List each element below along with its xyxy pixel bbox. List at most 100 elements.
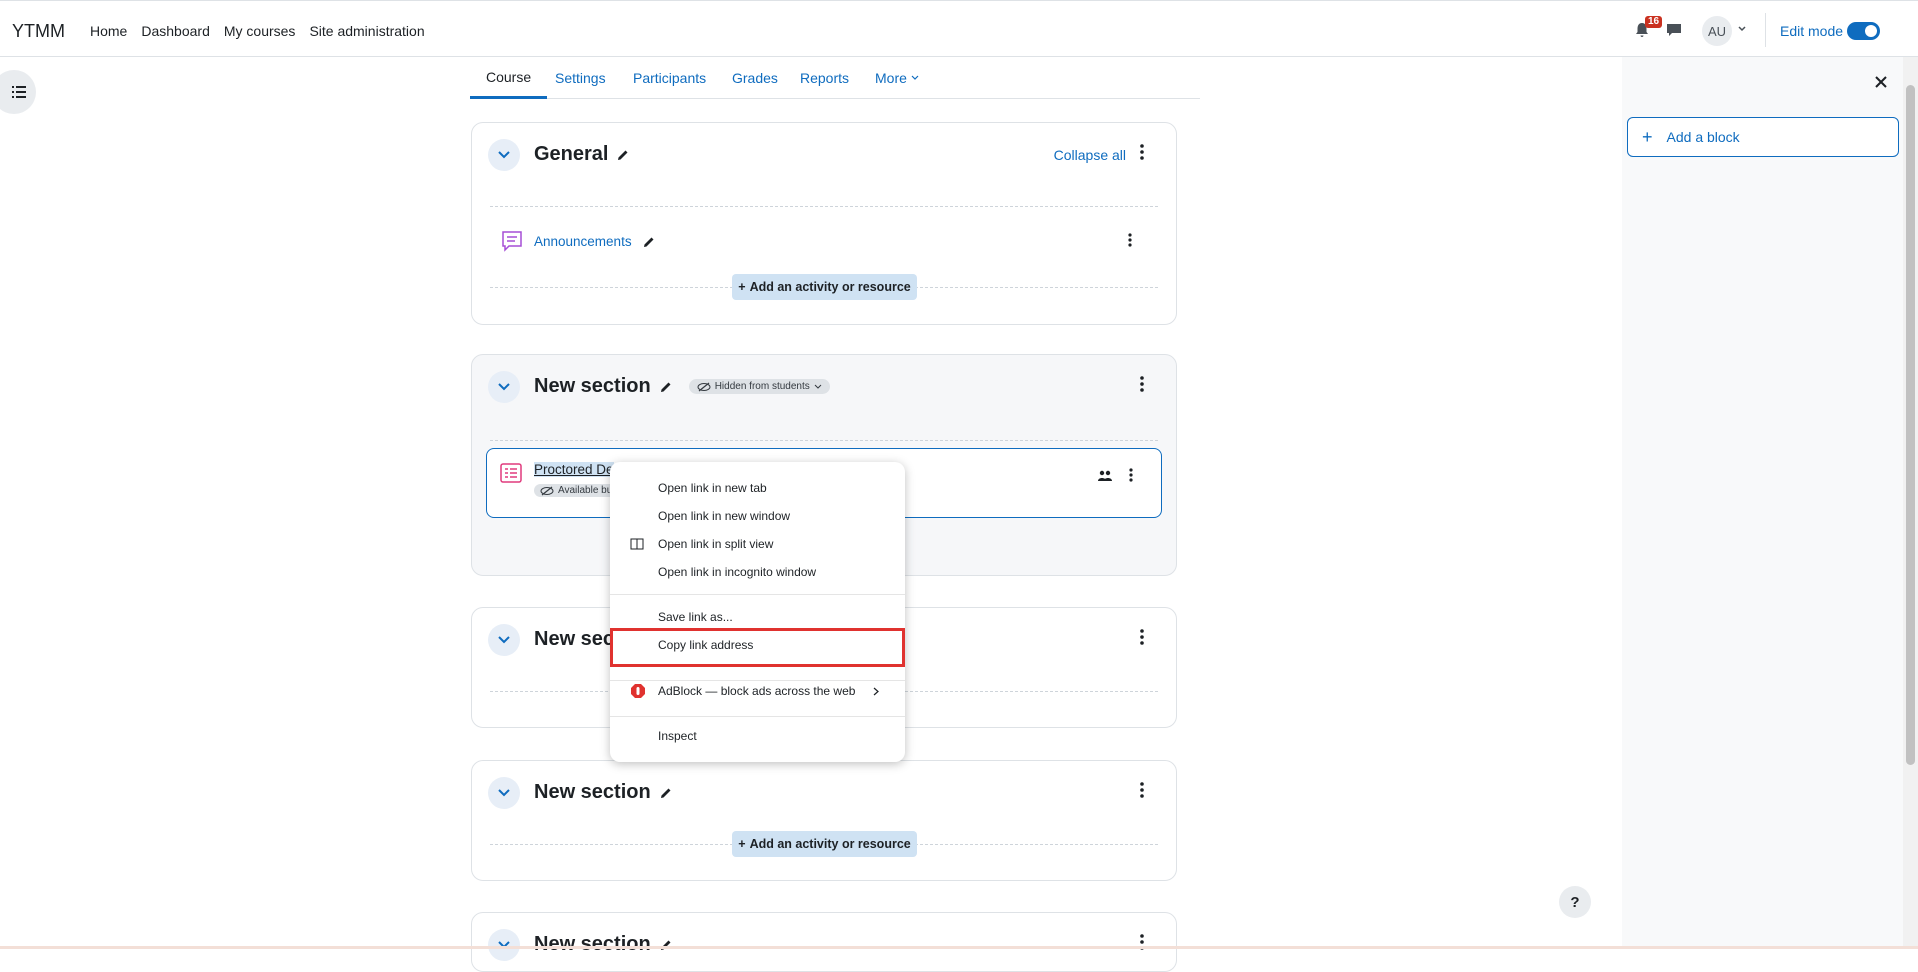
section-title-text[interactable]: New section bbox=[534, 375, 651, 398]
ctx-adblock[interactable]: AdBlock — block ads across the web bbox=[658, 678, 855, 704]
pencil-icon[interactable] bbox=[642, 235, 656, 249]
highlight-box bbox=[610, 628, 905, 667]
tab-more-label: More bbox=[875, 70, 907, 86]
section-general: General Collapse all Announcements + Add… bbox=[471, 122, 1177, 325]
chevron-down-icon bbox=[498, 151, 510, 159]
divider bbox=[490, 206, 1158, 207]
help-button[interactable]: ? bbox=[1559, 886, 1591, 918]
chevron-down-icon bbox=[911, 75, 919, 80]
add-activity-button[interactable]: + Add an activity or resource bbox=[732, 274, 917, 300]
availability-badge[interactable]: Available bu bbox=[534, 484, 619, 497]
tab-reports-label: Reports bbox=[800, 70, 850, 86]
ctx-adblock-label: AdBlock — block ads across the web bbox=[658, 684, 856, 698]
section-title: New sec bbox=[534, 628, 614, 651]
section-title-text[interactable]: New section bbox=[534, 933, 651, 956]
section-menu-kebab-icon[interactable] bbox=[1134, 142, 1150, 162]
tab-participants-label: Participants bbox=[633, 70, 707, 86]
pencil-icon[interactable] bbox=[659, 380, 673, 394]
ctx-open-new-window-label: Open link in new window bbox=[658, 509, 791, 523]
tab-grades[interactable]: Grades bbox=[716, 57, 794, 99]
ctx-save-link-as[interactable]: Save link as... bbox=[658, 604, 733, 630]
close-icon[interactable] bbox=[1874, 75, 1888, 89]
pencil-icon[interactable] bbox=[616, 148, 630, 162]
visibility-badge[interactable]: Hidden from students bbox=[688, 379, 830, 394]
section-title: General bbox=[534, 143, 630, 166]
add-activity-button[interactable]: + Add an activity or resource bbox=[732, 831, 917, 857]
plus-icon: + bbox=[738, 837, 746, 851]
forum-icon bbox=[502, 231, 522, 252]
activity-menu-kebab-icon[interactable] bbox=[1123, 465, 1139, 485]
section-title: New section Hidden from students bbox=[534, 375, 830, 398]
block-drawer bbox=[1622, 57, 1918, 949]
ctx-open-new-tab[interactable]: Open link in new tab bbox=[658, 475, 767, 501]
section-menu-kebab-icon[interactable] bbox=[1134, 780, 1150, 800]
section-title: New section bbox=[534, 781, 673, 804]
site-brand[interactable]: YTMM bbox=[12, 21, 65, 42]
scrollbar-thumb[interactable] bbox=[1906, 85, 1915, 765]
messages-icon[interactable] bbox=[1665, 21, 1683, 39]
activity-link[interactable]: Announcements bbox=[534, 234, 632, 249]
ctx-open-new-window[interactable]: Open link in new window bbox=[658, 503, 790, 529]
chevron-right-icon bbox=[873, 687, 879, 696]
eye-slash-icon bbox=[540, 486, 554, 495]
primary-navigation: Home Dashboard My courses Site administr… bbox=[90, 23, 425, 39]
add-block-label: Add a block bbox=[1666, 129, 1740, 145]
section-title-text[interactable]: New section bbox=[534, 781, 651, 804]
ctx-inspect-label: Inspect bbox=[658, 729, 697, 743]
nav-home[interactable]: Home bbox=[90, 23, 127, 39]
section-title-text[interactable]: General bbox=[534, 143, 608, 166]
ctx-open-split-view[interactable]: Open link in split view bbox=[658, 531, 773, 557]
section-title: New section bbox=[534, 933, 673, 956]
chevron-down-icon[interactable] bbox=[1737, 24, 1747, 34]
edit-mode-label: Edit mode bbox=[1780, 23, 1844, 39]
ctx-separator bbox=[610, 716, 905, 717]
quiz-icon bbox=[500, 463, 522, 483]
section-collapse-toggle[interactable] bbox=[488, 624, 520, 656]
tab-course-label: Course bbox=[486, 68, 532, 85]
section-menu-kebab-icon[interactable] bbox=[1134, 932, 1150, 952]
navbar-divider bbox=[1765, 13, 1766, 47]
section-collapse-toggle[interactable] bbox=[488, 371, 520, 403]
course-index-toggle[interactable] bbox=[0, 70, 36, 114]
nav-site-administration[interactable]: Site administration bbox=[309, 23, 424, 39]
tab-settings[interactable]: Settings bbox=[539, 57, 622, 99]
course-secondary-nav: Course Settings Participants Grades Repo… bbox=[470, 57, 1200, 99]
section-menu-kebab-icon[interactable] bbox=[1134, 374, 1150, 394]
chevron-down-icon bbox=[498, 383, 510, 391]
availability-badge-label: Available bu bbox=[558, 485, 613, 496]
plus-icon: + bbox=[738, 280, 746, 294]
edit-mode-toggle[interactable] bbox=[1847, 22, 1880, 40]
section-new-4: New section bbox=[471, 912, 1177, 972]
adblock-icon bbox=[631, 684, 645, 698]
section-title-text[interactable]: New sec bbox=[534, 628, 614, 651]
section-new-3: New section + Add an activity or resourc… bbox=[471, 760, 1177, 881]
user-avatar[interactable]: AU bbox=[1702, 16, 1732, 46]
activity-link[interactable]: Proctored De bbox=[534, 462, 614, 477]
collapse-all-link[interactable]: Collapse all bbox=[1054, 147, 1126, 163]
chevron-down-icon bbox=[814, 384, 822, 389]
tab-course[interactable]: Course bbox=[470, 57, 548, 99]
group-mode-icon[interactable] bbox=[1097, 469, 1113, 483]
ctx-open-incognito[interactable]: Open link in incognito window bbox=[658, 559, 816, 585]
chevron-down-icon bbox=[498, 636, 510, 644]
nav-my-courses[interactable]: My courses bbox=[224, 23, 296, 39]
add-activity-label: Add an activity or resource bbox=[749, 280, 911, 294]
ctx-save-link-as-label: Save link as... bbox=[658, 610, 733, 624]
visibility-badge-label: Hidden from students bbox=[714, 381, 810, 392]
pencil-icon[interactable] bbox=[659, 786, 673, 800]
nav-dashboard[interactable]: Dashboard bbox=[141, 23, 210, 39]
section-collapse-toggle[interactable] bbox=[488, 929, 520, 961]
activity-menu-kebab-icon[interactable] bbox=[1122, 230, 1138, 250]
add-block-button[interactable]: + Add a block bbox=[1627, 117, 1899, 157]
pencil-icon[interactable] bbox=[659, 938, 673, 952]
ctx-open-new-tab-label: Open link in new tab bbox=[658, 481, 767, 495]
add-activity-label: Add an activity or resource bbox=[749, 837, 911, 851]
ctx-inspect[interactable]: Inspect bbox=[658, 723, 697, 749]
ctx-open-incognito-label: Open link in incognito window bbox=[658, 565, 817, 579]
section-collapse-toggle[interactable] bbox=[488, 777, 520, 809]
tab-reports[interactable]: Reports bbox=[784, 57, 865, 99]
tab-more[interactable]: More bbox=[859, 57, 935, 99]
section-collapse-toggle[interactable] bbox=[488, 139, 520, 171]
section-menu-kebab-icon[interactable] bbox=[1134, 627, 1150, 647]
tab-participants[interactable]: Participants bbox=[617, 57, 722, 99]
